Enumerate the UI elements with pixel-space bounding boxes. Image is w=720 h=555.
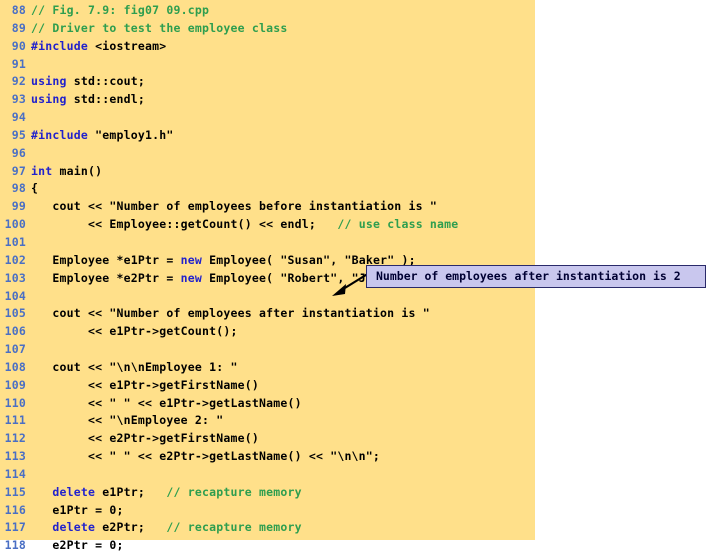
code-line: 88 // Fig. 7.9: fig07 09.cpp [0, 2, 535, 20]
code-line-number: 115 [4, 484, 26, 499]
code-token: cout << "\n\nEmployee 1: " [31, 359, 238, 374]
code-line-number: 111 [4, 413, 26, 428]
code-token: // recapture memory [166, 484, 302, 499]
code-line-number: 94 [11, 110, 26, 125]
code-token: delete [52, 484, 96, 499]
code-token: "employ1.h" [88, 127, 174, 142]
code-token: // Driver to test the employee class [31, 20, 288, 35]
code-token: cout << "Number of employees before inst… [31, 199, 438, 214]
code-token: main() [52, 163, 103, 178]
code-line-number: 103 [4, 270, 26, 285]
code-token: cout << "Number of employees after insta… [31, 306, 430, 321]
code-line-number: 105 [4, 306, 26, 321]
code-line: 90 #include <iostream> [0, 38, 535, 56]
code-token: { [31, 181, 39, 196]
code-line-number: 90 [11, 38, 26, 53]
code-line: 91 [0, 56, 535, 74]
code-line-number: 98 [11, 181, 26, 196]
code-line: 100 << Employee::getCount() << endl; // … [0, 216, 535, 234]
code-line: 107 [0, 341, 535, 359]
code-token: << " " << e2Ptr->getLastName() << "\n\n"… [31, 449, 381, 464]
code-line-number: 88 [11, 3, 26, 17]
code-token: << "\nEmployee 2: " [31, 413, 224, 428]
code-token: new [180, 252, 202, 267]
code-token: << e1Ptr->getCount(); [31, 324, 238, 339]
code-line-number: 91 [11, 56, 26, 71]
code-line-number: 100 [4, 217, 26, 232]
code-line: 99 cout << "Number of employees before i… [0, 198, 535, 216]
code-token: Employee *e2Ptr = [31, 270, 181, 285]
code-token: e2Ptr; [95, 520, 167, 535]
code-token: delete [52, 520, 96, 535]
code-line: 97 int main() [0, 163, 535, 181]
code-line-number: 95 [11, 127, 26, 142]
code-line-number: 110 [4, 395, 26, 410]
code-token: << e1Ptr->getFirstName() [31, 377, 259, 392]
code-token: std::endl; [66, 92, 145, 107]
code-token: using [31, 74, 67, 89]
code-line: 106 << e1Ptr->getCount(); [0, 323, 535, 341]
code-line-number: 112 [4, 431, 26, 446]
code-line: 112 << e2Ptr->getFirstName() [0, 430, 535, 448]
code-line: 104 [0, 288, 535, 306]
code-line-number: 108 [4, 359, 26, 374]
code-line-number: 92 [11, 74, 26, 89]
code-token: new [180, 270, 202, 285]
code-token: // use class name [337, 217, 459, 232]
code-line: 115 delete e1Ptr; // recapture memory [0, 484, 535, 502]
code-line: 113 << " " << e2Ptr->getLastName() << "\… [0, 448, 535, 466]
code-line: 110 << " " << e1Ptr->getLastName() [0, 395, 535, 413]
code-line-number: 101 [4, 234, 26, 249]
code-line: 105 cout << "Number of employees after i… [0, 305, 535, 323]
code-token: e2Ptr = 0; [31, 538, 124, 553]
code-line: 96 [0, 145, 535, 163]
code-token: #include [31, 38, 88, 53]
code-token: e1Ptr = 0; [31, 502, 124, 517]
code-token: <iostream> [88, 38, 167, 53]
code-line-number: 116 [4, 502, 26, 517]
code-line: 108 cout << "\n\nEmployee 1: " [0, 359, 535, 377]
code-line-number: 109 [4, 377, 26, 392]
code-line-number: 106 [4, 324, 26, 339]
code-line-number: 89 [11, 20, 26, 35]
code-token: << " " << e1Ptr->getLastName() [31, 395, 302, 410]
code-line-number: 114 [4, 466, 26, 481]
code-line-number: 96 [11, 145, 26, 160]
code-line-number: 97 [11, 163, 26, 178]
code-token: e1Ptr; [95, 484, 167, 499]
code-line-number: 104 [4, 288, 26, 303]
code-line-number: 113 [4, 449, 26, 464]
code-line-number: 117 [4, 520, 26, 535]
code-line: 116 e1Ptr = 0; [0, 502, 535, 520]
code-token: // recapture memory [166, 520, 302, 535]
code-line: 92 using std::cout; [0, 73, 535, 91]
code-token: int [31, 163, 53, 178]
slide-page: 88 // Fig. 7.9: fig07 09.cpp 89 // Driver t… [0, 0, 720, 552]
code-token: << Employee::getCount() << endl; [31, 217, 338, 232]
code-line: 101 [0, 234, 535, 252]
code-line-number: 107 [4, 342, 26, 357]
code-line: 94 [0, 109, 535, 127]
code-token: using [31, 92, 67, 107]
code-line: 109 << e1Ptr->getFirstName() [0, 377, 535, 395]
code-line-number: 93 [11, 92, 26, 107]
code-line: 89 // Driver to test the employee class [0, 20, 535, 38]
code-line: 93 using std::endl; [0, 91, 535, 109]
code-line: 98 { [0, 180, 535, 198]
code-token: << e2Ptr->getFirstName() [31, 431, 259, 446]
code-line: 114 [0, 466, 535, 484]
code-token: // Fig. 7.9: fig07 09.cpp [31, 3, 210, 17]
code-line: 111 << "\nEmployee 2: " [0, 412, 535, 430]
code-line: 117 delete e2Ptr; // recapture memory [0, 519, 535, 537]
code-token: std::cout; [66, 74, 145, 89]
code-line-number: 99 [11, 199, 26, 214]
output-callout-box: Number of employees after instantiation … [366, 265, 706, 288]
code-token: #include [31, 127, 88, 142]
code-line-number: 102 [4, 252, 26, 267]
code-line: 95 #include "employ1.h" [0, 127, 535, 145]
code-token: Employee *e1Ptr = [31, 252, 181, 267]
